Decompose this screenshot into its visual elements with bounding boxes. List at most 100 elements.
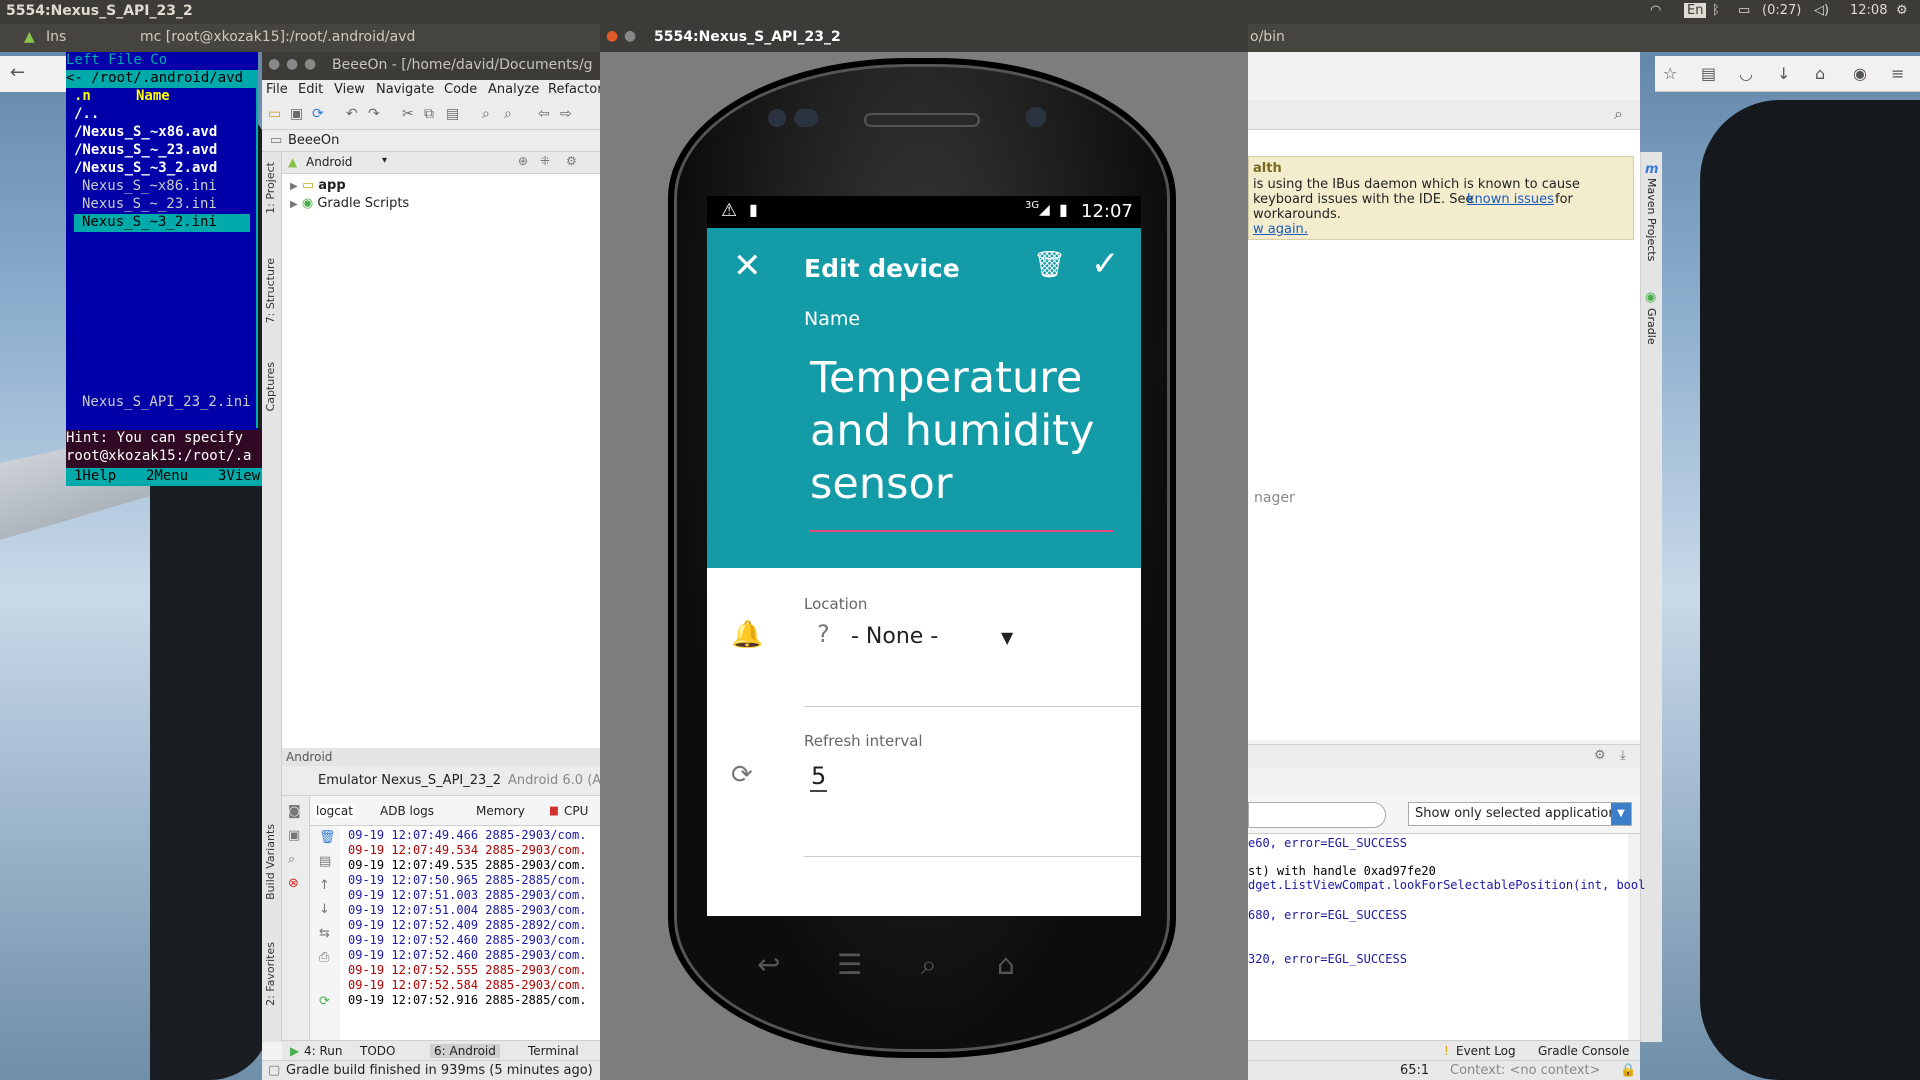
home-icon[interactable]: ⌂ <box>997 948 1015 981</box>
context-label[interactable]: Context: <no context> <box>1450 1063 1601 1078</box>
redo-icon[interactable]: ↷ <box>368 106 380 122</box>
close-icon[interactable]: ● <box>268 56 280 72</box>
tab-run[interactable]: 4: Run <box>304 1044 343 1058</box>
tool-build-variants[interactable]: Build Variants <box>264 824 277 900</box>
menu-refactor[interactable]: Refactor <box>548 82 603 97</box>
chat-icon[interactable]: ◉ <box>1853 64 1867 83</box>
mc-row[interactable]: /Nexus_S_~3_2.avd <box>74 160 254 178</box>
tool-maven-projects[interactable]: Maven Projects <box>1645 178 1658 261</box>
gear-icon[interactable]: ⚙ <box>566 154 577 168</box>
menu-edit[interactable]: Edit <box>298 82 323 97</box>
menu-file[interactable]: File <box>266 82 288 97</box>
refresh-interval-input[interactable]: 5 <box>810 762 828 792</box>
tab-adb-logs[interactable]: ADB logs <box>380 804 434 818</box>
emulator-tab-label[interactable]: Emulator Nexus_S_API_23_2 <box>318 773 501 788</box>
print-icon[interactable]: ⎙ <box>319 950 329 965</box>
mc-row[interactable]: /.. <box>74 106 254 124</box>
hamburger-menu-icon[interactable]: ≡ <box>1891 64 1904 83</box>
logcat-search-input[interactable] <box>1248 802 1386 828</box>
background-window-label[interactable]: Ins <box>46 29 66 45</box>
tab-event-log[interactable]: Event Log <box>1456 1044 1516 1058</box>
mc-row-selected[interactable]: Nexus_S_~3_2.ini <box>74 214 250 232</box>
check-icon[interactable]: ✓ <box>1091 244 1120 284</box>
reading-list-icon[interactable]: ▤ <box>1701 64 1716 83</box>
collapse-all-icon[interactable]: ⁜ <box>540 154 550 168</box>
down-arrow-icon[interactable]: ↓ <box>319 902 330 917</box>
search-icon[interactable]: ⌕ <box>1614 104 1623 124</box>
scroll-end-icon[interactable]: ▤ <box>319 854 331 869</box>
logcat-filter-select[interactable]: Show only selected application ▼ <box>1408 802 1632 826</box>
close-icon[interactable]: ● <box>606 28 618 44</box>
gear-icon[interactable]: ⚙ <box>1896 3 1908 18</box>
chevron-down-icon[interactable]: ▾ <box>382 155 387 166</box>
terminate-icon[interactable]: ⊗ <box>288 876 299 891</box>
maximize-icon[interactable]: ● <box>304 56 316 72</box>
chevron-down-icon[interactable]: ▼ <box>1611 803 1631 825</box>
tool-gradle[interactable]: Gradle <box>1645 308 1658 345</box>
mc-row[interactable]: /Nexus_S_~_23.avd <box>74 142 254 160</box>
tab-cpu[interactable]: CPU <box>564 804 588 818</box>
breadcrumb-project[interactable]: BeeeOn <box>288 133 339 148</box>
sync-icon[interactable]: ⟳ <box>312 106 324 122</box>
battery-icon[interactable]: ▭ <box>1738 3 1750 18</box>
tab-todo[interactable]: TODO <box>360 1044 395 1058</box>
mc-row[interactable]: /Nexus_S_~x86.avd <box>74 124 254 142</box>
volume-icon[interactable]: ◁) <box>1814 3 1829 18</box>
hide-panel-icon[interactable]: ⤓ <box>1620 748 1626 763</box>
wrap-icon[interactable]: ⇆ <box>319 926 330 941</box>
paste-icon[interactable]: ▤ <box>446 106 459 122</box>
back-nav-icon[interactable]: ⇦ <box>538 106 550 122</box>
wifi-icon[interactable]: ◠ <box>1650 3 1661 18</box>
mc-fkey-menu[interactable]: 2Menu <box>146 468 188 484</box>
bluetooth-icon[interactable]: ᛒ <box>1712 3 1720 18</box>
minimize-icon[interactable]: ● <box>286 56 298 72</box>
tool-structure[interactable]: 7: Structure <box>264 258 277 323</box>
mc-fkey-help[interactable]: 1Help <box>74 468 116 484</box>
home-icon[interactable]: ⌂ <box>1815 64 1825 83</box>
keyboard-lang-indicator[interactable]: En <box>1684 3 1707 18</box>
open-folder-icon[interactable]: ▭ <box>268 106 281 122</box>
dont-show-again-link[interactable]: w again. <box>1253 222 1308 237</box>
cut-icon[interactable]: ✂ <box>402 106 414 122</box>
forward-nav-icon[interactable]: ⇨ <box>560 106 572 122</box>
clock[interactable]: 12:08 <box>1850 3 1887 18</box>
menu-analyze[interactable]: Analyze <box>488 82 539 97</box>
chevron-right-icon[interactable]: ▶ <box>290 199 298 210</box>
system-info-icon[interactable]: ⌕ <box>288 852 295 867</box>
up-arrow-icon[interactable]: ↑ <box>319 878 330 893</box>
tab-gradle-console[interactable]: Gradle Console <box>1538 1044 1629 1058</box>
close-icon[interactable]: ✕ <box>733 246 762 286</box>
trash-icon[interactable]: 🗑 <box>1033 250 1066 280</box>
location-select[interactable]: - None - <box>851 624 938 649</box>
view-selector[interactable]: Android <box>306 155 352 169</box>
tool-captures[interactable]: Captures <box>264 362 277 411</box>
find-icon[interactable]: ⌕ <box>482 106 490 122</box>
download-icon[interactable]: ↓ <box>1777 64 1790 83</box>
lock-icon[interactable]: 🔒 <box>1620 1063 1636 1078</box>
restart-icon[interactable]: ⟳ <box>319 994 330 1009</box>
minimize-icon[interactable]: ● <box>624 28 636 44</box>
star-icon[interactable]: ☆ <box>1663 64 1677 83</box>
tree-node-app[interactable]: ▶ ▭ app <box>290 178 346 193</box>
menu-icon[interactable]: ☰ <box>837 948 862 981</box>
chevron-right-icon[interactable]: ▶ <box>290 181 298 192</box>
status-icon[interactable]: ▢ <box>268 1063 280 1078</box>
tool-project[interactable]: 1: Project <box>264 162 277 214</box>
replace-icon[interactable]: ⌕ <box>504 106 512 122</box>
copy-icon[interactable]: ⧉ <box>424 106 434 122</box>
save-icon[interactable]: ▣ <box>290 106 303 122</box>
mc-row[interactable]: Nexus_S_~x86.ini <box>82 178 262 196</box>
menu-navigate[interactable]: Navigate <box>376 82 434 97</box>
chevron-down-icon[interactable]: ▼ <box>1001 628 1013 647</box>
tab-android[interactable]: 6: Android <box>430 1044 500 1058</box>
camera-icon[interactable]: ◙ <box>288 804 301 819</box>
mc-row[interactable]: Nexus_S_~_23.ini <box>82 196 262 214</box>
screen-record-icon[interactable]: ▣ <box>288 828 300 843</box>
mc-fkey-view[interactable]: 3View <box>218 468 260 484</box>
pocket-icon[interactable]: ◡ <box>1739 64 1753 83</box>
tool-favorites[interactable]: 2: Favorites <box>264 942 277 1006</box>
tab-memory[interactable]: Memory <box>476 804 525 818</box>
trash-icon[interactable]: 🗑 <box>319 830 336 845</box>
menu-code[interactable]: Code <box>444 82 477 97</box>
tab-terminal[interactable]: Terminal <box>528 1044 579 1058</box>
